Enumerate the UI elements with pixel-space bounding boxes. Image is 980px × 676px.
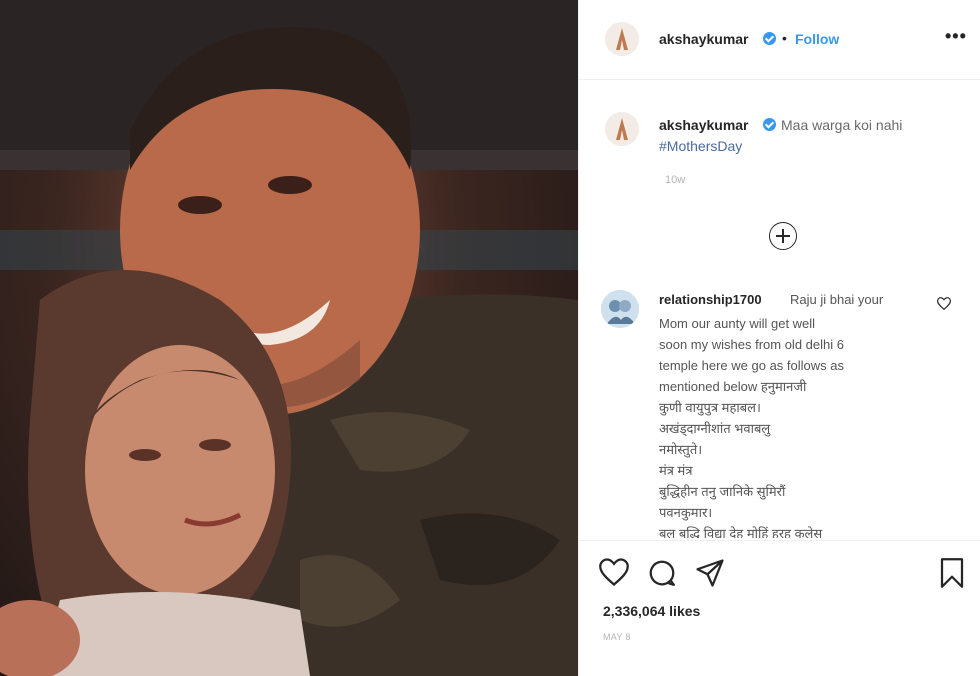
caption-text: Maa warga koi nahi (781, 117, 903, 133)
comment-username[interactable]: relationship1700 (659, 292, 762, 307)
separator-dot: • (782, 30, 787, 46)
post-photo-illustration (0, 0, 578, 676)
comment-text-first-line: Raju ji bhai your (790, 292, 884, 307)
verified-badge-icon (763, 32, 776, 45)
comment-item: relationship1700 Raju ji bhai your Mom o… (579, 280, 980, 538)
paper-plane-icon[interactable] (695, 558, 725, 593)
caption-avatar[interactable] (605, 112, 639, 146)
caption-hashtag[interactable]: #MothersDay (659, 138, 742, 154)
comment-text: Mom our aunty will get well soon my wish… (659, 316, 844, 538)
caption-username[interactable]: akshaykumar (659, 117, 749, 133)
post-header: akshaykumar • Follow ••• (579, 0, 980, 80)
more-options-icon[interactable]: ••• (945, 26, 967, 47)
caption-time: 10w (665, 174, 686, 186)
heart-icon[interactable] (599, 558, 629, 591)
comment-icon[interactable] (647, 558, 677, 593)
bookmark-icon[interactable] (939, 558, 965, 593)
post-photo[interactable] (0, 0, 578, 676)
post-username[interactable]: akshaykumar (659, 31, 749, 47)
post-details-panel: akshaykumar • Follow ••• akshaykumar Maa… (578, 0, 980, 676)
post-actions: 2,336,064 likes MAY 8 (579, 540, 980, 676)
follow-button[interactable]: Follow (795, 31, 839, 47)
comment-avatar[interactable] (601, 290, 639, 328)
post-date: MAY 8 (603, 632, 631, 642)
plus-circle-icon[interactable] (769, 222, 797, 250)
likes-count[interactable]: 2,336,064 likes (603, 603, 700, 619)
comment-like-icon[interactable] (936, 297, 952, 315)
verified-badge-icon (763, 118, 776, 131)
avatar[interactable] (605, 22, 639, 56)
comments-list[interactable]: relationship1700 Raju ji bhai your Mom o… (579, 280, 980, 538)
